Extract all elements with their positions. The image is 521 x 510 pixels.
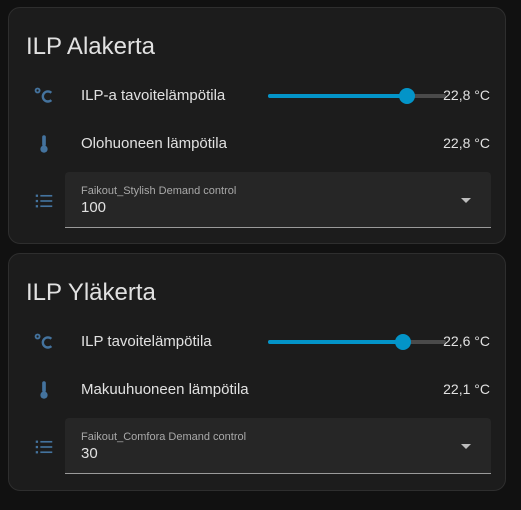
thermometer-icon — [31, 132, 57, 156]
setpoint-value: 22,8 °C — [443, 87, 490, 103]
dropdown-arrow-icon[interactable] — [461, 444, 471, 449]
setpoint-slider[interactable] — [268, 88, 446, 104]
thermometer-icon — [31, 378, 57, 402]
sensor-value: 22,8 °C — [443, 135, 490, 151]
demand-control-select[interactable]: Faikout_Comfora Demand control 30 — [65, 418, 491, 474]
card-title: ILP Yläkerta — [26, 279, 156, 306]
setpoint-row: ILP-a tavoitelämpötila 22,8 °C — [9, 76, 505, 116]
sensor-label: Makuuhuoneen lämpötila — [81, 381, 249, 398]
setpoint-value: 22,6 °C — [443, 333, 490, 349]
sensor-value: 22,1 °C — [443, 381, 490, 397]
slider-fill — [268, 94, 407, 98]
select-label: Faikout_Comfora Demand control — [81, 431, 247, 443]
sensor-label: Olohuoneen lämpötila — [81, 135, 227, 152]
slider-thumb[interactable] — [395, 334, 412, 350]
card-title: ILP Alakerta — [26, 33, 155, 60]
list-icon — [31, 189, 57, 213]
sensor-row[interactable]: Olohuoneen lämpötila 22,8 °C — [9, 124, 505, 164]
dropdown-arrow-icon[interactable] — [461, 198, 471, 203]
select-value: 30 — [81, 445, 98, 462]
sensor-row[interactable]: Makuuhuoneen lämpötila 22,1 °C — [9, 370, 505, 410]
list-icon — [31, 435, 57, 459]
select-value: 100 — [81, 199, 107, 216]
entities-card-ylakerta: ILP Yläkerta ILP tavoitelämpötila 22,6 °… — [8, 253, 506, 491]
slider-thumb[interactable] — [398, 88, 415, 104]
celsius-icon — [31, 84, 57, 108]
setpoint-row: ILP tavoitelämpötila 22,6 °C — [9, 322, 505, 362]
setpoint-label: ILP tavoitelämpötila — [81, 333, 212, 350]
select-label: Faikout_Stylish Demand control — [81, 185, 237, 197]
slider-fill — [268, 340, 404, 344]
celsius-icon — [31, 330, 57, 354]
demand-control-select[interactable]: Faikout_Stylish Demand control 100 — [65, 172, 491, 228]
setpoint-slider[interactable] — [268, 334, 446, 350]
setpoint-label: ILP-a tavoitelämpötila — [81, 87, 226, 104]
entities-card-alakerta: ILP Alakerta ILP-a tavoitelämpötila 22,8… — [8, 7, 506, 244]
